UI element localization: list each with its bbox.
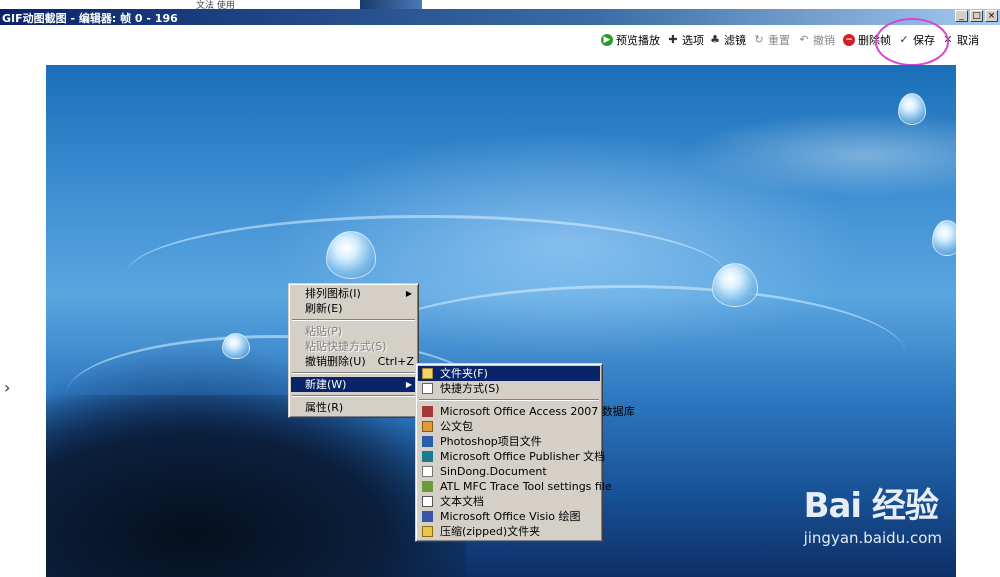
menu-item-label: 撤销删除(U): [305, 355, 366, 368]
window-title: GIF动图截图 - 编辑器: 帧 0 - 196: [2, 12, 178, 25]
dark-water-region: [46, 395, 466, 577]
previous-frame-arrow-icon[interactable]: ›: [4, 378, 10, 397]
submenu-item-label: Microsoft Office Publisher 文档: [440, 450, 606, 463]
water-drop: [932, 220, 956, 256]
new-submenu: 文件夹(F) 快捷方式(S) Microsoft Office Access 2…: [415, 363, 635, 542]
minimize-button[interactable]: _: [955, 10, 968, 22]
close-button[interactable]: ×: [985, 10, 998, 22]
maximize-button[interactable]: □: [970, 10, 983, 22]
watermark-brand: Bai 经验: [803, 486, 939, 526]
menu-item-properties[interactable]: 属性(R): [291, 400, 416, 415]
submenu-item-text-document[interactable]: 文本文档: [418, 494, 600, 509]
submenu-arrow-icon: ▶: [405, 289, 412, 298]
submenu-arrow-icon: ▶: [405, 380, 412, 389]
menu-item-label: 排列图标(I): [305, 287, 361, 300]
submenu-item-label: SinDong.Document: [440, 465, 547, 478]
undo-icon: ↶: [799, 33, 809, 46]
filter-button[interactable]: ♣ 滤镜: [709, 32, 746, 48]
delete-icon: −: [843, 34, 855, 46]
menu-item-paste-shortcut[interactable]: 粘贴快捷方式(S): [291, 339, 416, 354]
options-button[interactable]: ✚ 选项: [667, 32, 704, 48]
menu-item-arrange-icons[interactable]: 排列图标(I) ▶: [291, 286, 416, 301]
briefcase-icon: [422, 421, 433, 432]
publisher-icon: [422, 451, 433, 462]
toolbar: ▶ 预览播放 ✚ 选项 ♣ 滤镜 ↻ 重置 ↶ 撤销 − 删除帧 ✓ 保存 ✕ …: [0, 26, 1000, 54]
document-icon: [422, 466, 433, 477]
menu-item-label: 粘贴(P): [305, 325, 343, 338]
undo-label: 撤销: [813, 34, 835, 47]
water-drop: [898, 93, 926, 125]
submenu-item-zip-folder[interactable]: 压缩(zipped)文件夹: [418, 524, 600, 539]
filter-label: 滤镜: [724, 34, 746, 47]
cancel-label: 取消: [957, 34, 979, 47]
menu-separator: [292, 395, 415, 397]
menu-item-new[interactable]: 新建(W) ▶: [291, 377, 416, 392]
window-controls: _ □ ×: [955, 10, 998, 22]
access-icon: [422, 406, 433, 417]
menu-item-label: 刷新(E): [305, 302, 343, 315]
submenu-item-label: ATL MFC Trace Tool settings file: [440, 480, 612, 493]
submenu-item-label: 压缩(zipped)文件夹: [440, 525, 541, 538]
submenu-item-label: 快捷方式(S): [440, 382, 500, 395]
save-highlight-circle: [875, 18, 949, 66]
reset-label: 重置: [768, 34, 790, 47]
preview-play-label: 预览播放: [616, 34, 660, 47]
submenu-item-shortcut[interactable]: 快捷方式(S): [418, 381, 600, 396]
reset-button[interactable]: ↻ 重置: [753, 32, 790, 48]
menu-item-shortcut: Ctrl+Z: [377, 355, 414, 368]
menu-item-label: 属性(R): [305, 401, 344, 414]
submenu-item-photoshop[interactable]: Photoshop项目文件: [418, 434, 600, 449]
submenu-item-label: Photoshop项目文件: [440, 435, 542, 448]
background-thumbnail: [360, 0, 422, 9]
submenu-item-label: Microsoft Office Access 2007 数据库: [440, 405, 635, 418]
menu-separator: [419, 399, 599, 401]
submenu-item-folder[interactable]: 文件夹(F): [418, 366, 600, 381]
submenu-item-label: 文本文档: [440, 495, 484, 508]
preview-play-button[interactable]: ▶ 预览播放: [601, 32, 660, 48]
shortcut-icon: [422, 383, 433, 394]
undo-button[interactable]: ↶ 撤销: [798, 32, 835, 48]
menu-item-refresh[interactable]: 刷新(E): [291, 301, 416, 316]
context-menu: 排列图标(I) ▶ 刷新(E) 粘贴(P) 粘贴快捷方式(S) 撤销删除(U) …: [288, 283, 419, 418]
reset-icon: ↻: [754, 33, 764, 46]
plus-icon: ✚: [668, 33, 678, 46]
watermark-url: jingyan.baidu.com: [803, 529, 942, 547]
menu-separator: [292, 372, 415, 374]
filter-icon: ♣: [710, 33, 720, 46]
folder-icon: [422, 368, 433, 379]
water-drop: [222, 333, 250, 359]
options-label: 选项: [682, 34, 704, 47]
menu-item-label: 粘贴快捷方式(S): [305, 340, 387, 353]
menu-item-undo-delete[interactable]: 撤销删除(U) Ctrl+Z: [291, 354, 416, 369]
submenu-item-briefcase[interactable]: 公文包: [418, 419, 600, 434]
submenu-item-label: 公文包: [440, 420, 473, 433]
submenu-item-visio[interactable]: Microsoft Office Visio 绘图: [418, 509, 600, 524]
atl-settings-icon: [422, 481, 433, 492]
menu-item-paste[interactable]: 粘贴(P): [291, 324, 416, 339]
menu-separator: [292, 319, 415, 321]
play-icon: ▶: [601, 34, 613, 46]
submenu-item-access-database[interactable]: Microsoft Office Access 2007 数据库: [418, 404, 635, 419]
baidu-watermark: Bai 经验 jingyan.baidu.com: [804, 478, 942, 547]
submenu-item-label: 文件夹(F): [440, 367, 488, 380]
visio-icon: [422, 511, 433, 522]
submenu-item-atl-settings[interactable]: ATL MFC Trace Tool settings file: [418, 479, 612, 494]
submenu-item-label: Microsoft Office Visio 绘图: [440, 510, 581, 523]
water-drop: [712, 263, 758, 307]
background-window-strip: 文法 使用: [0, 0, 1000, 11]
menu-item-label: 新建(W): [305, 378, 347, 391]
photoshop-icon: [422, 436, 433, 447]
zip-folder-icon: [422, 526, 433, 537]
title-bar: GIF动图截图 - 编辑器: 帧 0 - 196 _ □ ×: [0, 9, 1000, 25]
submenu-item-sindong[interactable]: SinDong.Document: [418, 464, 600, 479]
submenu-item-publisher[interactable]: Microsoft Office Publisher 文档: [418, 449, 605, 464]
text-document-icon: [422, 496, 433, 507]
